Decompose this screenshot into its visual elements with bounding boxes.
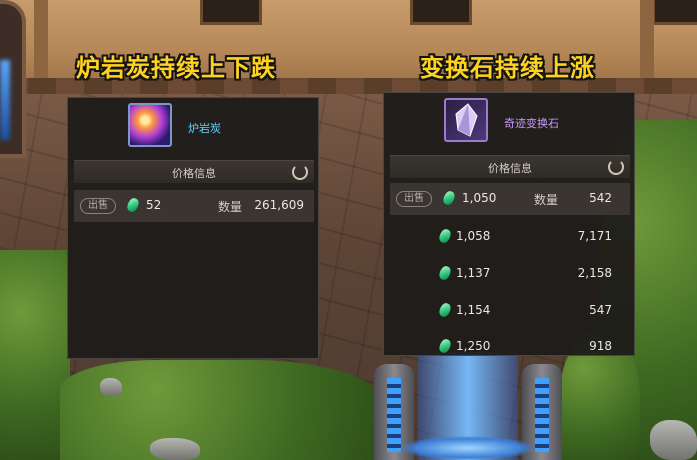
sell-price: 1,050 — [462, 191, 497, 205]
caption-left: 炉岩炭持续上下跌 — [76, 54, 276, 82]
sell-price: 52 — [146, 198, 162, 212]
listing-price: 1,250 — [456, 339, 491, 353]
listing-quantity: 2,158 — [577, 266, 612, 280]
listing-quantity: 7,171 — [577, 229, 612, 243]
gem-currency-icon — [437, 337, 453, 355]
caption-right: 变换石持续上涨 — [420, 54, 595, 82]
market-panel-right: 奇迹变换石 价格信息 出售 1,050 数量 542 1,058 7,171 1… — [383, 92, 635, 356]
listing-row[interactable]: 1,154 547 — [390, 295, 630, 327]
grass-patch — [60, 360, 380, 460]
listing-quantity: 918 — [589, 339, 612, 353]
gem-currency-icon — [437, 227, 453, 245]
quantity-label: 数量 — [218, 200, 243, 214]
sell-button[interactable]: 出售 — [396, 191, 432, 207]
item-header: 炉岩炭 — [68, 98, 318, 158]
price-info-title: 价格信息 — [488, 162, 532, 175]
rock — [650, 420, 697, 460]
sell-quantity: 542 — [589, 191, 612, 205]
listing-price: 1,154 — [456, 303, 491, 317]
rock — [150, 438, 200, 460]
quantity-label: 数量 — [534, 193, 559, 207]
portal-gate — [370, 352, 566, 460]
listing-row[interactable]: 1,058 7,171 — [390, 221, 630, 253]
gem-currency-icon — [125, 196, 141, 214]
rock — [100, 378, 122, 396]
rune-strip — [387, 378, 401, 452]
gem-currency-icon — [437, 264, 453, 282]
price-info-bar: 价格信息 — [74, 160, 314, 183]
item-name: 奇迹变换石 — [504, 117, 559, 130]
refresh-icon[interactable] — [608, 159, 624, 175]
portal-glow — [0, 60, 10, 140]
rune-strip — [535, 378, 549, 452]
listing-price: 1,058 — [456, 229, 491, 243]
item-header: 奇迹变换石 — [384, 93, 634, 153]
gem-currency-icon — [441, 189, 457, 207]
listing-quantity: 547 — [589, 303, 612, 317]
listing-row[interactable]: 1,137 2,158 — [390, 258, 630, 290]
sell-row[interactable]: 出售 52 数量 261,609 — [74, 190, 314, 222]
portal-base — [400, 436, 536, 460]
item-name: 炉岩炭 — [188, 122, 221, 135]
purple-orb-icon[interactable] — [128, 103, 172, 147]
listing-price: 1,137 — [456, 266, 491, 280]
crystal-glyph — [455, 103, 478, 137]
price-info-bar: 价格信息 — [390, 155, 630, 178]
sell-quantity: 261,609 — [254, 198, 304, 212]
price-info-title: 价格信息 — [172, 167, 216, 180]
market-panel-left: 炉岩炭 价格信息 出售 52 数量 261,609 — [67, 97, 319, 359]
wall-window — [410, 0, 472, 25]
listing-row[interactable]: 1,250 918 — [390, 331, 630, 355]
gem-currency-icon — [437, 301, 453, 319]
violet-crystal-icon[interactable] — [444, 98, 488, 142]
wall-window — [652, 0, 697, 25]
refresh-icon[interactable] — [292, 164, 308, 180]
sell-row[interactable]: 出售 1,050 数量 542 — [390, 183, 630, 215]
sell-button[interactable]: 出售 — [80, 198, 116, 214]
wall-window — [200, 0, 262, 25]
